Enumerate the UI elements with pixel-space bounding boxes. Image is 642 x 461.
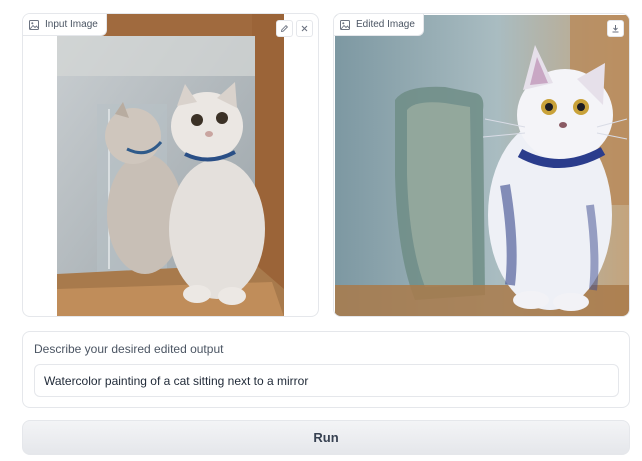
clear-button[interactable] [296,20,313,37]
input-image-label: Input Image [45,19,98,30]
input-image-panel[interactable]: Input Image [22,13,319,317]
edit-button[interactable] [276,20,293,37]
pencil-icon [280,20,289,38]
download-button[interactable] [607,20,624,37]
input-image [57,14,284,316]
prompt-block: Describe your desired edited output [22,331,630,408]
prompt-input[interactable] [34,364,619,397]
prompt-label: Describe your desired edited output [34,342,224,356]
input-image-label-tab: Input Image [23,14,107,36]
run-button[interactable]: Run [22,420,630,455]
edited-image-label: Edited Image [356,19,415,30]
edited-image [335,15,629,316]
edited-image-label-tab: Edited Image [334,14,424,36]
image-icon [340,19,350,30]
edited-image-panel[interactable]: Edited Image [333,13,630,317]
close-icon [300,20,309,38]
image-icon [29,19,39,30]
download-icon [611,20,620,38]
